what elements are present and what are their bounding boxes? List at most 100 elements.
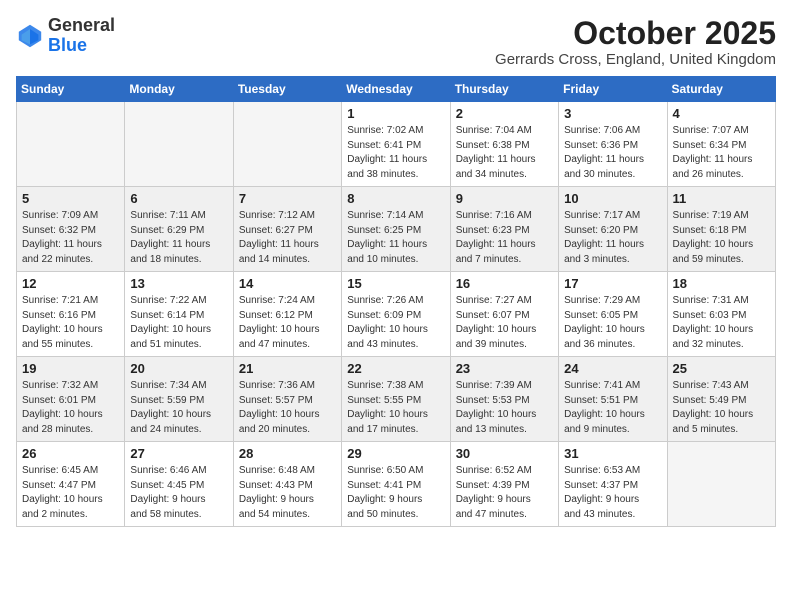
day-number: 18 bbox=[673, 276, 770, 291]
calendar-cell: 20 Sunrise: 7:34 AM Sunset: 5:59 PM Dayli… bbox=[125, 357, 233, 442]
day-number: 4 bbox=[673, 106, 770, 121]
calendar-cell: 17Sunrise: 7:29 AM Sunset: 6:05 PM Dayli… bbox=[559, 272, 667, 357]
day-number: 11 bbox=[673, 191, 770, 206]
day-number: 7 bbox=[239, 191, 336, 206]
month-title: October 2025 bbox=[495, 16, 776, 51]
day-info: Sunrise: 7:39 AM Sunset: 5:53 PM Dayligh… bbox=[456, 379, 553, 437]
calendar-cell: 22 Sunrise: 7:38 AM Sunset: 5:55 PM Dayli… bbox=[342, 357, 450, 442]
page-header: General Blue October 2025 Gerrards Cross… bbox=[16, 16, 776, 68]
calendar-cell: 15 Sunrise: 7:26 AM Sunset: 6:09 PM Dayli… bbox=[342, 272, 450, 357]
day-number: 16 bbox=[456, 276, 553, 291]
day-info: Sunrise: 7:22 AM Sunset: 6:14 PM Dayligh… bbox=[130, 294, 227, 352]
day-number: 25 bbox=[673, 361, 770, 376]
day-info: Sunrise: 7:34 AM Sunset: 5:59 PM Dayligh… bbox=[130, 379, 227, 437]
calendar-cell: 31 Sunrise: 6:53 AM Sunset: 4:37 PM Dayli… bbox=[559, 442, 667, 527]
weekday-header: Sunday bbox=[17, 77, 125, 102]
calendar-cell: 26 Sunrise: 6:45 AM Sunset: 4:47 PM Dayli… bbox=[17, 442, 125, 527]
day-info: Sunrise: 6:46 AM Sunset: 4:45 PM Dayligh… bbox=[130, 464, 227, 522]
day-number: 29 bbox=[347, 446, 444, 461]
weekday-header-row: SundayMondayTuesdayWednesdayThursdayFrid… bbox=[17, 77, 776, 102]
day-info: Sunrise: 6:45 AM Sunset: 4:47 PM Dayligh… bbox=[22, 464, 119, 522]
day-number: 5 bbox=[22, 191, 119, 206]
weekday-header: Monday bbox=[125, 77, 233, 102]
weekday-header: Tuesday bbox=[233, 77, 341, 102]
day-number: 21 bbox=[239, 361, 336, 376]
day-number: 6 bbox=[130, 191, 227, 206]
day-number: 24 bbox=[564, 361, 661, 376]
day-info: Sunrise: 7:31 AM Sunset: 6:03 PM Dayligh… bbox=[673, 294, 770, 352]
calendar-cell: 23 Sunrise: 7:39 AM Sunset: 5:53 PM Dayli… bbox=[450, 357, 558, 442]
calendar-table: SundayMondayTuesdayWednesdayThursdayFrid… bbox=[16, 76, 776, 527]
day-number: 2 bbox=[456, 106, 553, 121]
day-info: Sunrise: 7:41 AM Sunset: 5:51 PM Dayligh… bbox=[564, 379, 661, 437]
day-number: 28 bbox=[239, 446, 336, 461]
day-number: 22 bbox=[347, 361, 444, 376]
calendar-week-row: 26 Sunrise: 6:45 AM Sunset: 4:47 PM Dayli… bbox=[17, 442, 776, 527]
weekday-header: Thursday bbox=[450, 77, 558, 102]
calendar-cell: 16 Sunrise: 7:27 AM Sunset: 6:07 PM Dayli… bbox=[450, 272, 558, 357]
day-number: 15 bbox=[347, 276, 444, 291]
day-info: Sunrise: 6:48 AM Sunset: 4:43 PM Dayligh… bbox=[239, 464, 336, 522]
calendar-week-row: 12Sunrise: 7:21 AM Sunset: 6:16 PM Dayli… bbox=[17, 272, 776, 357]
calendar-cell bbox=[125, 102, 233, 187]
day-number: 19 bbox=[22, 361, 119, 376]
day-number: 20 bbox=[130, 361, 227, 376]
day-info: Sunrise: 7:43 AM Sunset: 5:49 PM Dayligh… bbox=[673, 379, 770, 437]
day-info: Sunrise: 7:27 AM Sunset: 6:07 PM Dayligh… bbox=[456, 294, 553, 352]
calendar-cell: 30Sunrise: 6:52 AM Sunset: 4:39 PM Dayli… bbox=[450, 442, 558, 527]
calendar-cell: 27 Sunrise: 6:46 AM Sunset: 4:45 PM Dayli… bbox=[125, 442, 233, 527]
calendar-week-row: 19 Sunrise: 7:32 AM Sunset: 6:01 PM Dayli… bbox=[17, 357, 776, 442]
day-info: Sunrise: 7:14 AM Sunset: 6:25 PM Dayligh… bbox=[347, 209, 444, 267]
logo: General Blue bbox=[16, 16, 115, 56]
day-info: Sunrise: 7:12 AM Sunset: 6:27 PM Dayligh… bbox=[239, 209, 336, 267]
calendar-cell: 28 Sunrise: 6:48 AM Sunset: 4:43 PM Dayli… bbox=[233, 442, 341, 527]
day-info: Sunrise: 7:32 AM Sunset: 6:01 PM Dayligh… bbox=[22, 379, 119, 437]
day-number: 31 bbox=[564, 446, 661, 461]
weekday-header: Friday bbox=[559, 77, 667, 102]
day-number: 17 bbox=[564, 276, 661, 291]
day-info: Sunrise: 6:53 AM Sunset: 4:37 PM Dayligh… bbox=[564, 464, 661, 522]
day-info: Sunrise: 7:16 AM Sunset: 6:23 PM Dayligh… bbox=[456, 209, 553, 267]
day-info: Sunrise: 7:11 AM Sunset: 6:29 PM Dayligh… bbox=[130, 209, 227, 267]
calendar-cell bbox=[233, 102, 341, 187]
day-number: 23 bbox=[456, 361, 553, 376]
calendar-week-row: 1 Sunrise: 7:02 AM Sunset: 6:41 PM Daylig… bbox=[17, 102, 776, 187]
calendar-cell: 19 Sunrise: 7:32 AM Sunset: 6:01 PM Dayli… bbox=[17, 357, 125, 442]
day-number: 30 bbox=[456, 446, 553, 461]
day-number: 27 bbox=[130, 446, 227, 461]
day-info: Sunrise: 7:09 AM Sunset: 6:32 PM Dayligh… bbox=[22, 209, 119, 267]
calendar-cell: 7 Sunrise: 7:12 AM Sunset: 6:27 PM Daylig… bbox=[233, 187, 341, 272]
calendar-cell: 25 Sunrise: 7:43 AM Sunset: 5:49 PM Dayli… bbox=[667, 357, 775, 442]
day-info: Sunrise: 7:07 AM Sunset: 6:34 PM Dayligh… bbox=[673, 124, 770, 182]
calendar-cell: 9Sunrise: 7:16 AM Sunset: 6:23 PM Daylig… bbox=[450, 187, 558, 272]
weekday-header: Wednesday bbox=[342, 77, 450, 102]
calendar-cell: 5 Sunrise: 7:09 AM Sunset: 6:32 PM Daylig… bbox=[17, 187, 125, 272]
day-info: Sunrise: 6:50 AM Sunset: 4:41 PM Dayligh… bbox=[347, 464, 444, 522]
day-info: Sunrise: 7:38 AM Sunset: 5:55 PM Dayligh… bbox=[347, 379, 444, 437]
calendar-cell: 29 Sunrise: 6:50 AM Sunset: 4:41 PM Dayli… bbox=[342, 442, 450, 527]
location: Gerrards Cross, England, United Kingdom bbox=[495, 51, 776, 68]
calendar-cell: 10 Sunrise: 7:17 AM Sunset: 6:20 PM Dayli… bbox=[559, 187, 667, 272]
day-number: 12 bbox=[22, 276, 119, 291]
day-info: Sunrise: 7:02 AM Sunset: 6:41 PM Dayligh… bbox=[347, 124, 444, 182]
calendar-cell: 21 Sunrise: 7:36 AM Sunset: 5:57 PM Dayli… bbox=[233, 357, 341, 442]
day-info: Sunrise: 7:24 AM Sunset: 6:12 PM Dayligh… bbox=[239, 294, 336, 352]
calendar-cell: 11Sunrise: 7:19 AM Sunset: 6:18 PM Dayli… bbox=[667, 187, 775, 272]
day-info: Sunrise: 7:26 AM Sunset: 6:09 PM Dayligh… bbox=[347, 294, 444, 352]
day-number: 13 bbox=[130, 276, 227, 291]
calendar-cell: 4 Sunrise: 7:07 AM Sunset: 6:34 PM Daylig… bbox=[667, 102, 775, 187]
calendar-cell: 1 Sunrise: 7:02 AM Sunset: 6:41 PM Daylig… bbox=[342, 102, 450, 187]
logo-blue: Blue bbox=[48, 36, 115, 56]
day-number: 8 bbox=[347, 191, 444, 206]
day-number: 26 bbox=[22, 446, 119, 461]
calendar-cell: 18 Sunrise: 7:31 AM Sunset: 6:03 PM Dayli… bbox=[667, 272, 775, 357]
calendar-cell bbox=[667, 442, 775, 527]
day-number: 10 bbox=[564, 191, 661, 206]
day-info: Sunrise: 7:17 AM Sunset: 6:20 PM Dayligh… bbox=[564, 209, 661, 267]
day-number: 14 bbox=[239, 276, 336, 291]
day-number: 1 bbox=[347, 106, 444, 121]
day-info: Sunrise: 7:36 AM Sunset: 5:57 PM Dayligh… bbox=[239, 379, 336, 437]
title-block: October 2025 Gerrards Cross, England, Un… bbox=[495, 16, 776, 68]
calendar-cell: 24 Sunrise: 7:41 AM Sunset: 5:51 PM Dayli… bbox=[559, 357, 667, 442]
calendar-week-row: 5 Sunrise: 7:09 AM Sunset: 6:32 PM Daylig… bbox=[17, 187, 776, 272]
